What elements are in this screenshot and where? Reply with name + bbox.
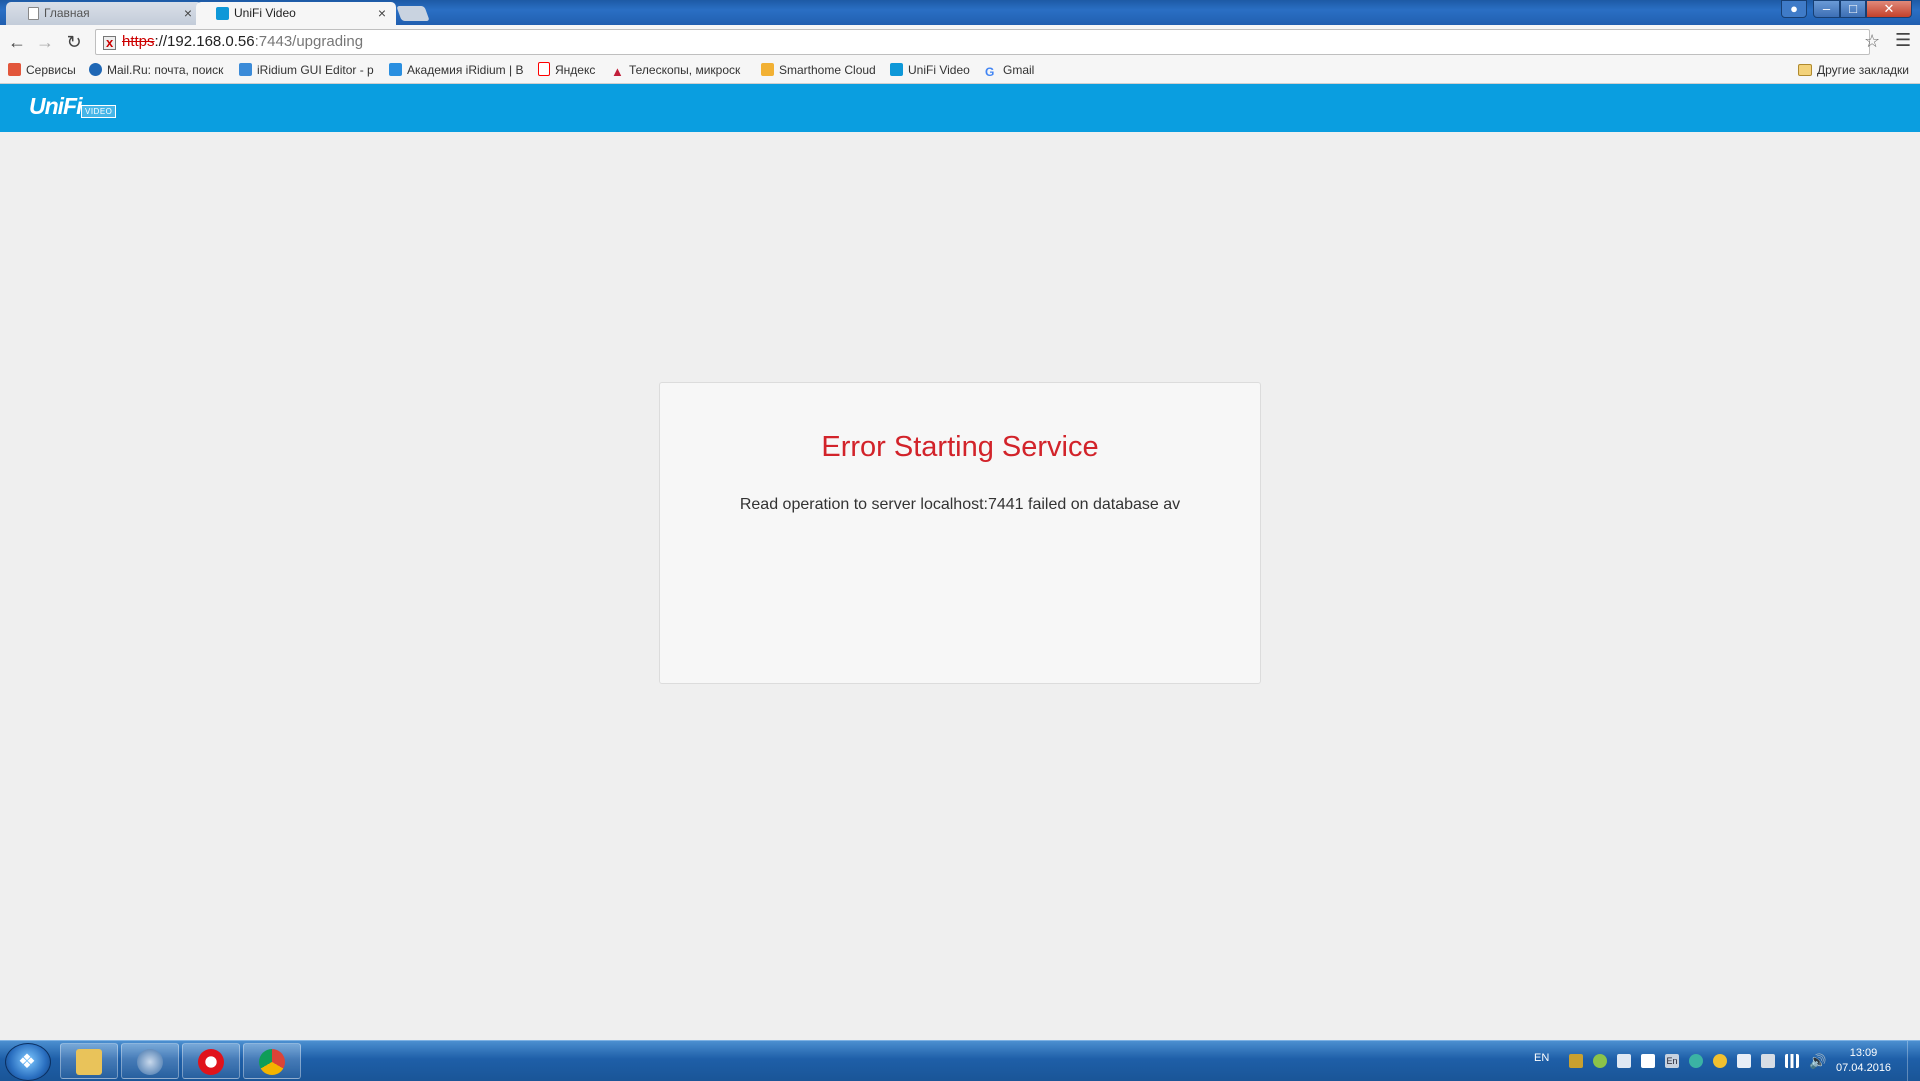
bookmark-mailru[interactable]: Mail.Ru: почта, поиск [89,59,224,83]
close-tab-icon[interactable]: × [184,2,192,25]
taskbar-chrome[interactable] [243,1043,301,1079]
error-title: Error Starting Service [821,431,1099,463]
apps-grid-icon [8,63,21,76]
windows-flag-icon[interactable] [1641,1054,1655,1068]
smarthome-cloud-icon [761,63,774,76]
bookmark-label: Телескопы, микроск [629,63,741,77]
unifi-logo[interactable]: UniFi [29,93,82,120]
tab-label: Главная [44,6,90,20]
mailru-icon [89,63,102,76]
keyboard-layout-icon[interactable]: En [1665,1054,1679,1068]
broken-lock-icon[interactable] [103,31,116,55]
bookmark-label: Gmail [1003,63,1035,77]
yandex-icon [538,62,550,76]
taskbar-thunderbird[interactable] [121,1043,179,1079]
unifi-icon [216,7,229,20]
unifi-logo-sub: VIDEO [81,105,117,118]
maximize-button[interactable]: □ [1840,0,1866,18]
clock-date: 07.04.2016 [1836,1062,1892,1074]
taskbar-explorer[interactable] [60,1043,118,1079]
unifi-header: UniFi VIDEO [0,84,1920,132]
close-window-button[interactable]: ✕ [1866,0,1912,18]
folder-icon [76,1049,102,1075]
tray-app-icon[interactable] [1569,1054,1583,1068]
tray-update-icon[interactable] [1593,1054,1607,1068]
bookmark-yandex[interactable]: Яндекс [538,59,604,83]
bookmark-label: Академия iRidium | В [407,63,524,77]
start-button[interactable] [5,1043,51,1081]
error-card: Error Starting Service Read operation to… [659,382,1261,684]
window-controls: ● – □ ✕ [1781,0,1912,18]
shield-icon[interactable] [1617,1054,1631,1068]
folder-icon [1798,64,1812,76]
tray-smiley-icon[interactable] [1713,1054,1727,1068]
bookmark-unifi-video[interactable]: UniFi Video [890,59,975,83]
iridium-academy-icon [389,63,402,76]
minimize-button[interactable]: – [1813,0,1840,18]
hamburger-menu-icon[interactable]: ☰ [1895,30,1911,51]
user-profile-icon[interactable]: ● [1781,0,1807,18]
tab-unifi-video[interactable]: UniFi Video × [196,2,396,25]
taskbar-opera[interactable] [182,1043,240,1079]
url-scheme: https [122,33,155,50]
windows-taskbar: EN En 🔊 13:09 07.04.2016 [0,1040,1920,1081]
mail-client-icon [137,1049,163,1075]
opera-icon [198,1049,224,1075]
bookmark-iridium-academy[interactable]: Академия iRidium | В [389,59,526,83]
tab-label: UniFi Video [234,6,296,20]
bookmark-servisy[interactable]: Сервисы [8,59,80,83]
bookmark-telescopes[interactable]: ▲ Телескопы, микроск [611,59,747,83]
page-icon [28,7,39,20]
url-host: ://192.168.0.56 [154,33,255,50]
unifi-icon [890,63,903,76]
volume-icon[interactable]: 🔊 [1809,1054,1826,1068]
error-message: Read operation to server localhost:7441 … [739,496,1181,513]
forward-arrow-icon[interactable]: → [34,31,56,53]
clock-time: 13:09 [1849,1047,1878,1059]
url-path: :7443/upgrading [254,33,364,50]
flag-alert-icon[interactable] [1737,1054,1751,1068]
title-bar: Главная × UniFi Video × ● – □ ✕ [0,0,1920,25]
device-icon[interactable] [1761,1054,1775,1068]
show-desktop-button[interactable] [1907,1041,1920,1081]
system-clock[interactable]: 13:09 07.04.2016 [1836,1046,1891,1076]
signal-strength-icon[interactable] [1785,1054,1799,1068]
other-bookmarks-folder[interactable]: Другие закладки [1798,59,1916,83]
google-icon: G [985,65,995,79]
new-tab-button[interactable] [396,6,430,21]
bookmark-label: Mail.Ru: почта, поиск [107,63,224,77]
bookmark-smarthome-cloud[interactable]: Smarthome Cloud [761,59,881,83]
bookmark-label: Яндекс [555,63,596,77]
reload-icon[interactable]: ↻ [63,31,85,53]
chrome-icon [259,1049,285,1075]
browser-toolbar: ← → ↻ https://192.168.0.56:7443/upgradin… [0,25,1920,59]
bookmark-label: iRidium GUI Editor - p [257,63,374,77]
bookmark-label: Сервисы [26,63,76,77]
network-share-icon[interactable] [1689,1054,1703,1068]
bookmarks-bar: Сервисы Mail.Ru: почта, поиск iRidium GU… [0,59,1920,84]
language-indicator[interactable]: EN [1534,1052,1549,1064]
bookmark-iridium-gui[interactable]: iRidium GUI Editor - p [239,59,376,83]
address-bar[interactable]: https://192.168.0.56:7443/upgrading [95,29,1870,55]
back-arrow-icon[interactable]: ← [6,31,28,53]
iridium-icon [239,63,252,76]
bookmark-gmail[interactable]: G Gmail [985,59,1045,83]
close-tab-icon[interactable]: × [378,2,386,25]
tab-glavnaya[interactable]: Главная × [6,2,202,25]
bookmark-label: Другие закладки [1817,63,1909,77]
bookmark-label: UniFi Video [908,63,970,77]
bookmark-star-icon[interactable]: ☆ [1864,31,1880,52]
bookmark-label: Smarthome Cloud [779,63,876,77]
telescope-site-icon: ▲ [611,64,624,79]
